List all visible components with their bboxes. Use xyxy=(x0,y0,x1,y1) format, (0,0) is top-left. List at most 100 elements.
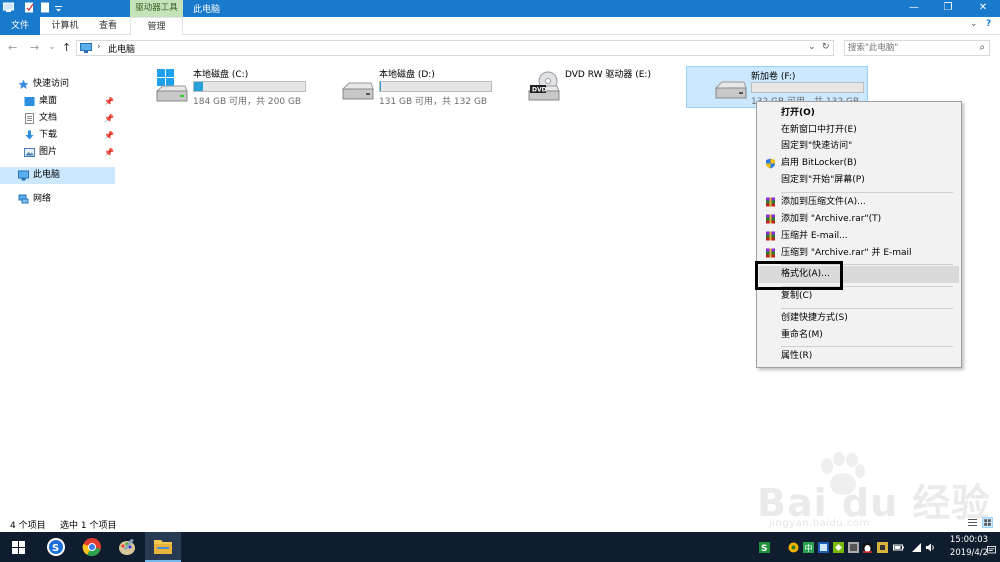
menu-item-create-shortcut[interactable]: 创建快捷方式(S) xyxy=(759,310,959,327)
nav-item-pictures[interactable]: 图片 📌 xyxy=(0,144,115,161)
drive-c[interactable]: 本地磁盘 (C:) 184 GB 可用，共 200 GB xyxy=(155,67,315,111)
breadcrumb-separator[interactable]: › xyxy=(97,42,101,52)
details-view-icon[interactable] xyxy=(967,517,978,528)
pc-icon xyxy=(80,43,92,53)
address-bar[interactable]: › 此电脑 ⌄ ↻ xyxy=(76,40,834,56)
menu-item-rename[interactable]: 重命名(M) xyxy=(759,327,959,344)
collapse-ribbon-icon[interactable]: ⌄ xyxy=(970,19,978,29)
nav-item-this-pc[interactable]: 此电脑 xyxy=(0,167,115,184)
nav-item-downloads[interactable]: 下载 📌 xyxy=(0,127,115,144)
notification-icon[interactable] xyxy=(987,546,996,555)
search-icon[interactable]: ⌕ xyxy=(979,42,985,53)
large-icons-view-icon[interactable] xyxy=(982,517,993,528)
nav-item-desktop[interactable]: 桌面 📌 xyxy=(0,93,115,110)
tab-computer[interactable]: 计算机 xyxy=(44,17,86,35)
winrar-icon xyxy=(766,197,775,207)
selected-count: 选中 1 个项目 xyxy=(60,521,117,531)
menu-item-bitlocker[interactable]: 启用 BitLocker(B) xyxy=(759,155,959,172)
menu-item-open-new-window[interactable]: 在新窗口中打开(E) xyxy=(759,122,959,139)
taskbar: S S 中 15:00:03 2019/4/2 xyxy=(0,532,1000,562)
pc-icon xyxy=(18,170,29,181)
tab-view[interactable]: 查看 xyxy=(90,17,126,35)
hard-drive-icon xyxy=(714,81,747,99)
drive-usage-bar xyxy=(379,81,492,92)
taskbar-app-sogou[interactable]: S xyxy=(38,532,74,562)
menu-item-pin-quick-access[interactable]: 固定到"快速访问" xyxy=(759,138,959,155)
sogou-tray-icon[interactable]: S xyxy=(759,542,770,553)
nav-label: 此电脑 xyxy=(33,170,61,180)
nav-item-documents[interactable]: 文档 📌 xyxy=(0,110,115,127)
menu-item-add-archive-rar[interactable]: 添加到 "Archive.rar"(T) xyxy=(759,211,959,228)
pin-icon[interactable]: 📌 xyxy=(104,127,114,144)
wifi-icon[interactable] xyxy=(911,542,922,553)
address-dropdown-button[interactable]: ⌄ xyxy=(808,42,816,52)
svg-text:S: S xyxy=(761,544,767,553)
menu-item-pin-start[interactable]: 固定到"开始"屏幕(P) xyxy=(759,172,959,189)
taskbar-app-paint[interactable] xyxy=(109,532,145,562)
drive-tools-tab[interactable]: 驱动器工具 xyxy=(130,0,183,17)
tray-app-icon[interactable] xyxy=(877,542,888,553)
menu-item-copy[interactable]: 复制(C) xyxy=(759,288,959,305)
tray-app-icon[interactable] xyxy=(862,542,873,553)
menu-separator xyxy=(781,308,953,309)
menu-item-properties[interactable]: 属性(R) xyxy=(759,348,959,365)
maximize-button[interactable]: ❐ xyxy=(931,0,965,17)
up-button[interactable]: ↑ xyxy=(62,41,71,54)
tray-app-icon[interactable] xyxy=(788,542,799,553)
search-input[interactable] xyxy=(848,42,968,54)
hard-drive-icon xyxy=(341,82,374,100)
refresh-button[interactable]: ↻ xyxy=(822,42,830,52)
menu-item-compress-rar-email[interactable]: 压缩到 "Archive.rar" 并 E-mail xyxy=(759,245,959,262)
properties-icon[interactable] xyxy=(24,2,35,13)
tab-manage[interactable]: 管理 xyxy=(130,17,183,35)
start-button[interactable] xyxy=(0,532,36,562)
pin-icon[interactable]: 📌 xyxy=(104,144,114,161)
paint-icon xyxy=(119,539,135,555)
recent-locations-button[interactable]: ⌄ xyxy=(48,42,56,52)
search-box[interactable]: ⌕ xyxy=(844,40,990,56)
tray-app-icon[interactable]: 中 xyxy=(803,542,814,553)
new-folder-icon[interactable] xyxy=(40,2,51,13)
nav-item-network[interactable]: 网络 xyxy=(0,191,115,208)
drive-usage-fill xyxy=(380,82,382,91)
winrar-icon xyxy=(766,214,775,224)
tray-app-icon[interactable] xyxy=(833,542,844,553)
close-button[interactable]: ✕ xyxy=(966,0,1000,17)
drive-usage-bar xyxy=(751,82,864,93)
nav-label: 文档 xyxy=(39,113,58,123)
chrome-icon xyxy=(82,538,101,557)
menu-item-open[interactable]: 打开(O) xyxy=(759,105,959,122)
nav-quick-access[interactable]: 快速访问 xyxy=(0,76,115,93)
back-button[interactable]: ← xyxy=(8,41,17,54)
breadcrumb[interactable]: 此电脑 xyxy=(108,42,135,55)
windows-drive-icon xyxy=(155,69,188,102)
taskbar-app-chrome[interactable] xyxy=(74,532,110,562)
status-bar: 4 个项目 选中 1 个项目 xyxy=(0,515,1000,532)
volume-icon[interactable] xyxy=(925,542,936,553)
pin-icon[interactable]: 📌 xyxy=(104,110,114,127)
battery-icon[interactable] xyxy=(893,542,904,553)
minimize-button[interactable]: — xyxy=(897,0,931,17)
drive-size: 184 GB 可用，共 200 GB xyxy=(193,97,302,107)
windows-icon xyxy=(12,541,25,554)
drive-e[interactable]: DVD DVD RW 驱动器 (E:) xyxy=(527,67,687,111)
nav-label: 下载 xyxy=(39,130,58,140)
dropdown-icon[interactable] xyxy=(55,2,63,13)
pin-icon[interactable]: 📌 xyxy=(104,93,114,110)
window-title: 此电脑 xyxy=(193,5,221,15)
drive-d[interactable]: 本地磁盘 (D:) 131 GB 可用，共 132 GB xyxy=(341,67,501,111)
help-icon[interactable]: ? xyxy=(986,19,991,29)
item-count: 4 个项目 xyxy=(10,521,46,531)
menu-item-compress-email[interactable]: 压缩并 E-mail... xyxy=(759,228,959,245)
tab-file[interactable]: 文件 xyxy=(0,17,40,35)
menu-item-add-archive[interactable]: 添加到压缩文件(A)... xyxy=(759,194,959,211)
nav-label: 桌面 xyxy=(39,96,58,106)
forward-button[interactable]: → xyxy=(30,41,39,54)
pc-icon[interactable] xyxy=(3,2,14,13)
taskbar-app-explorer[interactable] xyxy=(145,532,181,562)
drive-usage-bar xyxy=(193,81,306,92)
ribbon-tabs: 文件 计算机 查看 管理 ⌄ ? xyxy=(0,17,1000,35)
tray-app-icon[interactable] xyxy=(848,542,859,553)
tray-app-icon[interactable] xyxy=(818,542,829,553)
folder-icon xyxy=(154,540,172,554)
